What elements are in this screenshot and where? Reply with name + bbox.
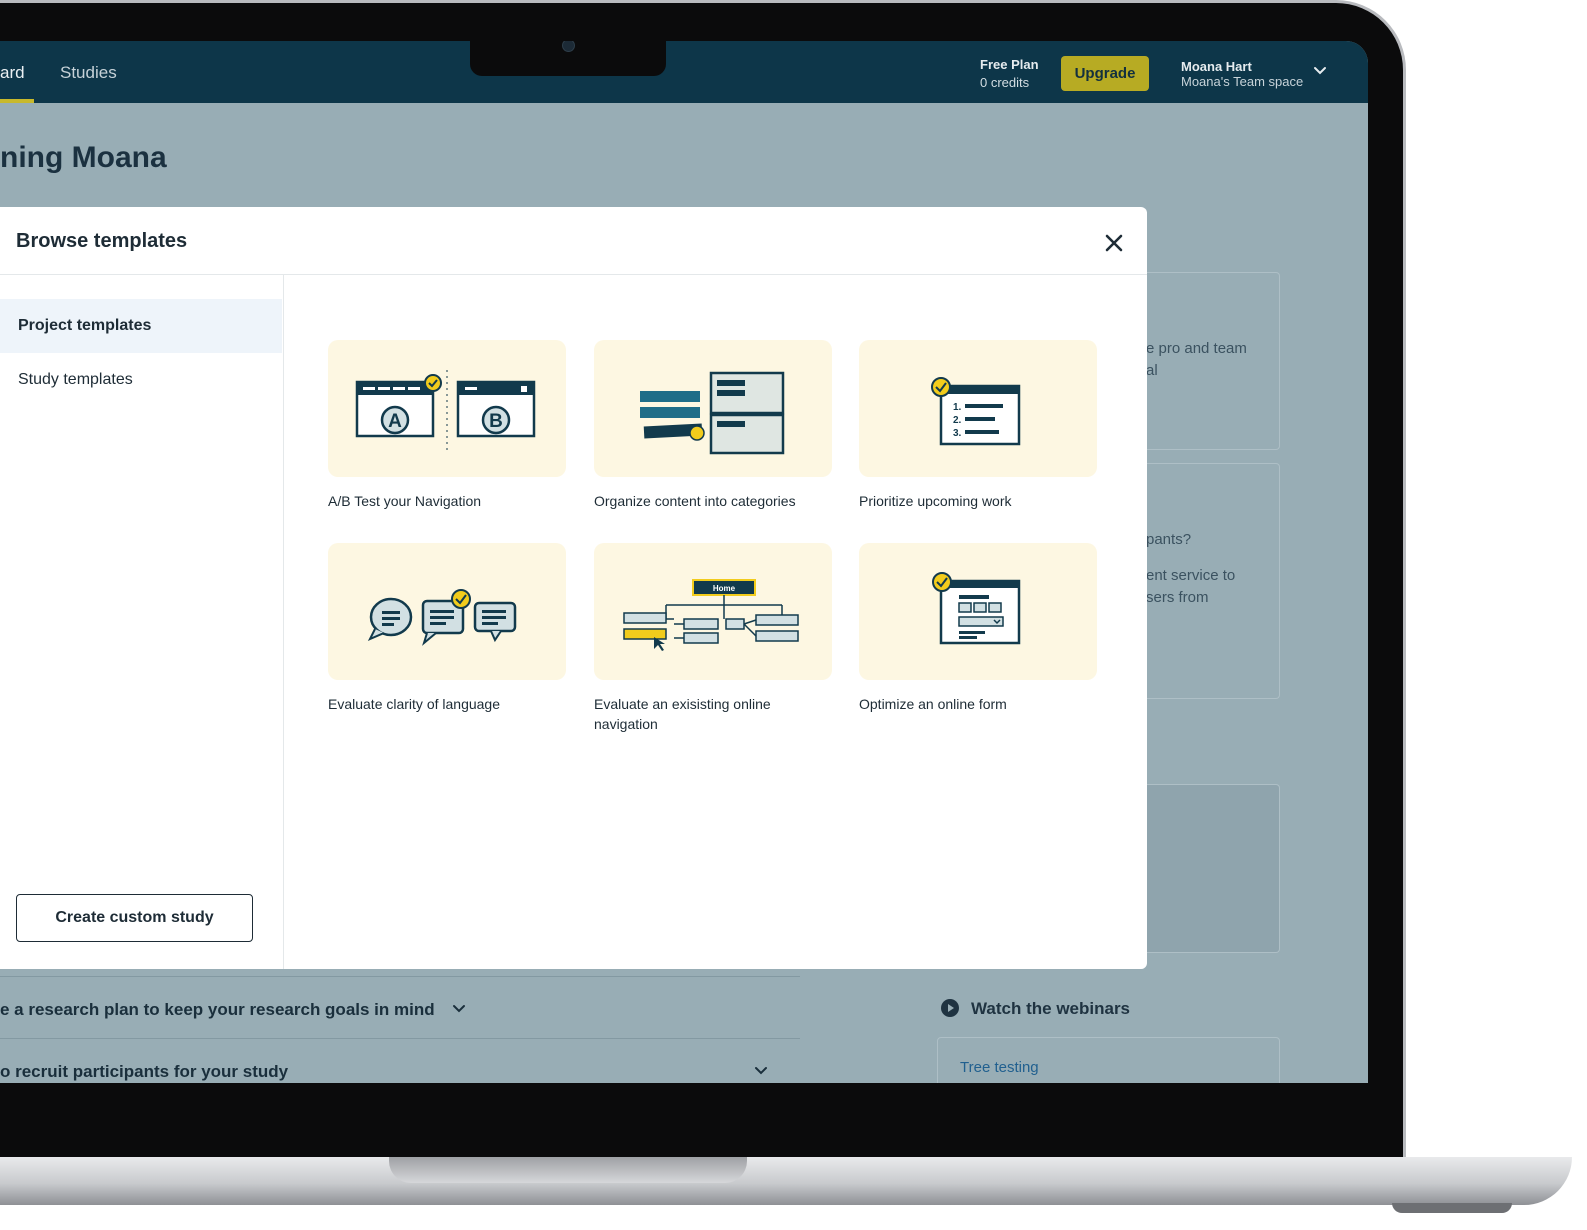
form-icon <box>932 572 1021 645</box>
webinar-link-tree-testing[interactable]: Tree testing <box>960 1059 1039 1076</box>
card-text: ent service to <box>1146 567 1236 584</box>
template-card-ab-test[interactable]: A B <box>328 340 566 477</box>
template-card-clarity-of-language[interactable] <box>328 543 566 680</box>
plan-info: Free Plan 0 credits <box>980 56 1039 92</box>
svg-text:A: A <box>388 411 402 432</box>
info-card-media <box>1140 784 1280 953</box>
sidebar-item-study-templates[interactable]: Study templates <box>0 353 282 407</box>
modal-header: Browse templates <box>0 207 1147 275</box>
template-label: Evaluate clarity of language <box>328 696 500 712</box>
speech-bubbles-icon <box>367 589 517 646</box>
tree-navigation-icon: Home <box>623 579 799 651</box>
laptop-foot <box>1392 1203 1512 1213</box>
page-title: ning Moana <box>0 141 167 174</box>
card-text: e pro and team <box>1146 340 1247 357</box>
svg-text:B: B <box>489 411 503 432</box>
template-card-optimize-form[interactable] <box>859 543 1097 680</box>
plan-name: Free Plan <box>980 57 1039 72</box>
template-label: Prioritize upcoming work <box>859 493 1012 509</box>
card-text: sers from <box>1146 589 1209 606</box>
card-text: pants? <box>1146 531 1192 548</box>
webinars-title: Watch the webinars <box>971 999 1131 1018</box>
chevron-down-icon[interactable] <box>1313 64 1327 78</box>
template-label: A/B Test your Navigation <box>328 493 482 509</box>
webinars-heading: Watch the webinars <box>941 999 1130 1019</box>
info-card-plans: e pro and team al <box>1140 272 1280 450</box>
top-nav: ard Studies Free Plan 0 credits Upgrade … <box>0 41 1368 103</box>
screen: ard Studies Free Plan 0 credits Upgrade … <box>0 41 1368 1083</box>
accordion-label: o recruit participants for your study <box>0 1062 289 1081</box>
accordion-research-plan[interactable]: e a research plan to keep your research … <box>0 976 800 1037</box>
play-icon <box>941 999 959 1017</box>
close-icon[interactable] <box>1102 231 1126 255</box>
tab-studies[interactable]: Studies <box>60 63 117 83</box>
accordion-recruit[interactable]: o recruit participants for your study <box>0 1038 800 1083</box>
plan-credits: 0 credits <box>980 75 1030 90</box>
camera-notch <box>470 41 666 76</box>
upgrade-button[interactable]: Upgrade <box>1061 56 1149 91</box>
create-custom-study-button[interactable]: Create custom study <box>16 894 253 942</box>
info-card-participants: pants? ent service to sers from <box>1140 463 1280 699</box>
svg-text:1.: 1. <box>953 402 962 413</box>
modal-sidebar: Project templates Study templates Create… <box>0 275 284 969</box>
active-tab-indicator <box>0 99 34 103</box>
home-node-label: Home <box>713 584 736 593</box>
sidebar-item-label: Study templates <box>18 371 133 388</box>
modal-title: Browse templates <box>16 230 188 252</box>
template-card-prioritize-work[interactable]: 1. 2. 3. <box>859 340 1097 477</box>
sidebar-item-label: Project templates <box>18 317 152 334</box>
template-label: Organize content into categories <box>594 493 796 509</box>
template-label: Optimize an online form <box>859 696 1007 712</box>
template-label: Evaluate an exisisting online navigation <box>594 696 771 732</box>
card-sort-icon <box>640 371 785 455</box>
sidebar-item-project-templates[interactable]: Project templates <box>0 299 282 353</box>
webinar-card: Tree testing <box>937 1037 1280 1083</box>
chevron-down-icon[interactable] <box>452 1002 466 1016</box>
svg-text:2.: 2. <box>953 415 962 426</box>
camera-icon <box>562 41 575 52</box>
laptop-opening-notch <box>389 1157 747 1183</box>
user-menu[interactable]: Moana Hart Moana's Team space <box>1181 59 1303 89</box>
user-name: Moana Hart <box>1181 59 1252 74</box>
template-card-organize-content[interactable] <box>594 340 832 477</box>
user-space: Moana's Team space <box>1181 74 1304 89</box>
accordion-label: e a research plan to keep your research … <box>0 1000 435 1019</box>
ordered-list-icon: 1. 2. 3. <box>931 377 1021 446</box>
laptop-base <box>0 1157 1572 1205</box>
svg-text:3.: 3. <box>953 428 962 439</box>
browse-templates-modal: Browse templates Project templates Study… <box>0 207 1147 969</box>
chevron-down-icon[interactable] <box>754 1064 768 1078</box>
ab-test-icon: A B <box>355 370 536 450</box>
tab-dashboard[interactable]: ard <box>0 63 25 83</box>
template-card-evaluate-navigation[interactable]: Home <box>594 543 832 680</box>
card-text: al <box>1146 362 1158 379</box>
